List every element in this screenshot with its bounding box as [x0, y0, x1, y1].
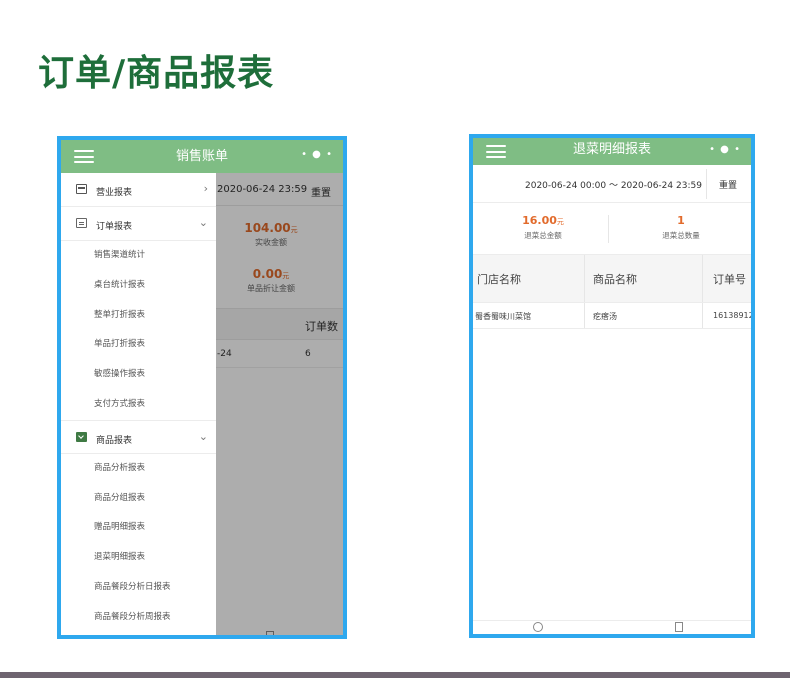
- right-phone-screenshot: 退菜明细报表 • ● • 2020-06-24 00:00 ～ 2020-06-…: [469, 134, 755, 638]
- product-report-icon: [76, 431, 87, 442]
- column-order-number[interactable]: 订单号: [713, 271, 746, 287]
- stat-return-quantity: 1 退菜总数量: [611, 214, 751, 241]
- menu-item-sensitive-ops[interactable]: 敏感操作报表: [61, 360, 216, 390]
- menu-item-sales-channel[interactable]: 销售渠道统计: [61, 241, 216, 271]
- chevron-down-icon: ⌄: [198, 216, 208, 229]
- stat-value: 1: [677, 214, 685, 227]
- menu-group-business-report[interactable]: 营业报表 ›: [61, 173, 216, 207]
- summary-stats: 16.00元 退菜总金额 1 退菜总数量: [473, 203, 751, 255]
- menu-item-meal-weekly[interactable]: 商品餐段分析周报表: [61, 603, 216, 633]
- menu-item-table-stats[interactable]: 桌台统计报表: [61, 271, 216, 301]
- chevron-down-icon: ⌄: [198, 429, 208, 443]
- menu-item-return-detail[interactable]: 退菜明细报表: [61, 543, 216, 573]
- more-options-icon[interactable]: • ● •: [301, 149, 333, 160]
- menu-group-label: 商品报表: [96, 435, 133, 446]
- cell-product-name: 疙瘩汤: [593, 312, 617, 321]
- column-store-name[interactable]: 门店名称: [477, 271, 521, 287]
- menu-item-payment-method[interactable]: 支付方式报表: [61, 390, 216, 420]
- stat-return-amount: 16.00元 退菜总金额: [473, 214, 613, 241]
- cell-store-name: 蜀香蜀味川菜馆: [475, 312, 531, 321]
- menu-item-order-discount[interactable]: 整单打折报表: [61, 301, 216, 331]
- navigation-drawer: 营业报表 › 订单报表 ⌄ 销售渠道统计 桌台统计报表 整单打折报表 单品打折报…: [61, 173, 216, 635]
- menu-item-item-discount[interactable]: 单品打折报表: [61, 330, 216, 360]
- report-icon: [76, 184, 87, 194]
- header-bar: 退菜明细报表 • ● •: [473, 138, 751, 165]
- date-range-row: 2020-06-24 00:00 ～ 2020-06-24 23:59 重置: [473, 165, 751, 203]
- stat-label: 退菜总数量: [662, 231, 700, 240]
- reset-button[interactable]: 重置: [719, 178, 737, 191]
- date-range-text[interactable]: 2020-06-24 00:00 ～ 2020-06-24 23:59: [525, 178, 702, 191]
- bottom-tabbar: [473, 620, 751, 634]
- product-report-submenu: 商品分析报表 商品分组报表 赠品明细报表 退菜明细报表 商品餐段分析日报表 商品…: [61, 454, 216, 633]
- menu-group-order-report[interactable]: 订单报表 ⌄: [61, 207, 216, 241]
- column-product-name[interactable]: 商品名称: [593, 271, 637, 287]
- stats-tab-icon[interactable]: [533, 622, 543, 632]
- bottom-strip: [0, 672, 790, 678]
- more-options-icon[interactable]: • ● •: [709, 144, 741, 155]
- stat-unit: 元: [556, 218, 564, 226]
- menu-item-product-group[interactable]: 商品分组报表: [61, 484, 216, 514]
- stat-label: 退菜总金额: [524, 231, 562, 240]
- menu-item-gift-detail[interactable]: 赠品明细报表: [61, 513, 216, 543]
- cell-order-number: 16138912: [713, 311, 754, 320]
- menu-item-product-analysis[interactable]: 商品分析报表: [61, 454, 216, 484]
- menu-group-label: 订单报表: [96, 222, 133, 232]
- menu-item-meal-daily[interactable]: 商品餐段分析日报表: [61, 573, 216, 603]
- stat-value: 16.00: [522, 214, 557, 227]
- chevron-right-icon: ›: [203, 182, 208, 195]
- menu-group-label: 营业报表: [96, 188, 133, 198]
- page-title: 订单/商品报表: [38, 53, 275, 94]
- left-phone-screenshot: 2020-06-24 23:59 重置 104.00元 实收金额 0.00元 单…: [57, 136, 347, 639]
- divider: [608, 215, 609, 243]
- report-tab-icon[interactable]: [675, 622, 683, 632]
- table-row[interactable]: 蜀香蜀味川菜馆 疙瘩汤 16138912: [473, 303, 751, 329]
- table-header: 门店名称 商品名称 订单号: [473, 255, 751, 303]
- menu-group-product-report[interactable]: 商品报表 ⌄: [61, 419, 216, 454]
- clipboard-icon: [76, 218, 87, 228]
- header-bar: 销售账单 • ● •: [61, 140, 343, 173]
- divider: [706, 169, 707, 199]
- order-report-submenu: 销售渠道统计 桌台统计报表 整单打折报表 单品打折报表 敏感操作报表 支付方式报…: [61, 241, 216, 420]
